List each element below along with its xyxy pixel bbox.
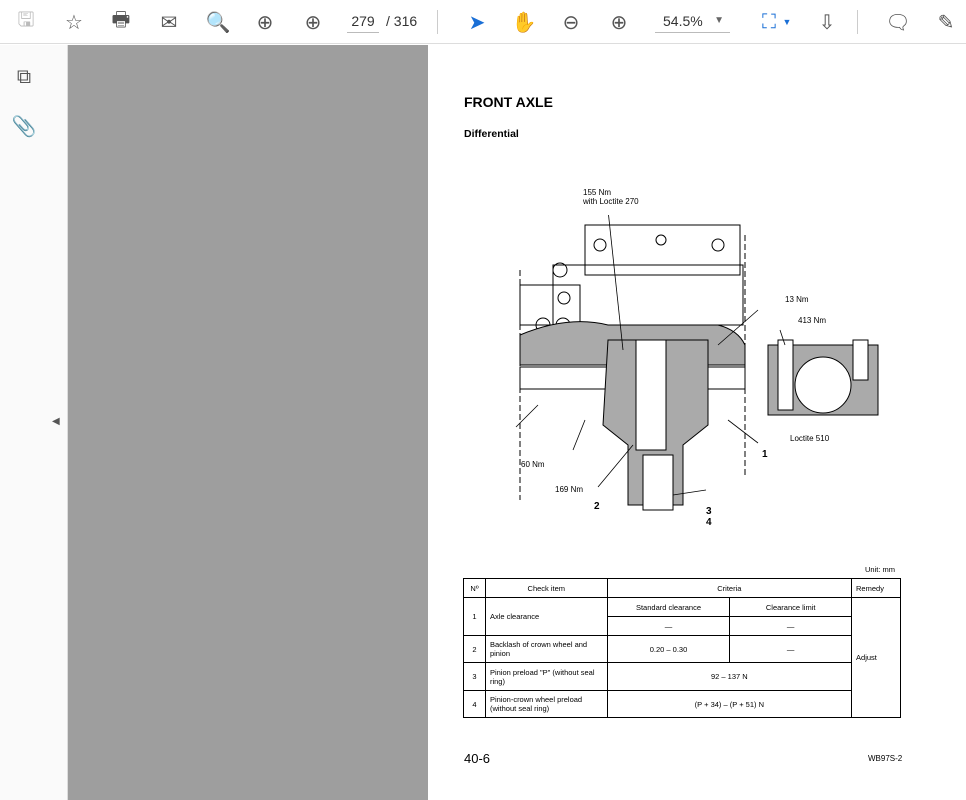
- header-standard-clearance: Standard clearance: [606, 597, 731, 617]
- cell-limit: —: [729, 616, 853, 636]
- chevron-down-icon: ▼: [714, 15, 724, 26]
- cell-item: Pinion preload "P" (without seal ring): [484, 662, 608, 691]
- divider: [437, 10, 438, 34]
- cell-no: 4: [463, 690, 486, 718]
- search-icon[interactable]: 🔍: [204, 8, 232, 36]
- loctite-label: with Loctite 270: [583, 197, 639, 206]
- highlight-icon[interactable]: ✎: [932, 8, 960, 36]
- cell-item: Pinion-crown wheel preload (without seal…: [484, 690, 608, 718]
- divider: [857, 10, 858, 34]
- model-code: WB97S-2: [868, 754, 903, 763]
- cell-remedy: Adjust: [851, 597, 901, 718]
- header-criteria: Criteria: [606, 578, 853, 598]
- page-total: / 316: [386, 13, 418, 29]
- scroll-mode-icon[interactable]: ⇩: [813, 8, 841, 36]
- print-icon[interactable]: 🖶: [107, 8, 135, 36]
- unit-label: Unit: mm: [865, 565, 895, 574]
- comment-icon[interactable]: 🗨: [884, 8, 912, 36]
- header-clearance-limit: Clearance limit: [729, 597, 853, 617]
- callout-number: 3: [706, 506, 712, 517]
- select-cursor-icon[interactable]: ➤: [463, 8, 491, 36]
- cell-limit: —: [729, 635, 853, 663]
- email-icon[interactable]: ✉: [155, 8, 183, 36]
- zoom-select[interactable]: 54.5% ▼: [655, 11, 730, 33]
- check-table: Nº Check item Criteria Remedy 1 Axle cle…: [463, 578, 901, 718]
- torque-label: 13 Nm: [785, 295, 809, 304]
- pages-icon[interactable]: ⧉: [10, 63, 38, 91]
- hand-icon[interactable]: ✋: [510, 8, 538, 36]
- header-remedy: Remedy: [851, 578, 901, 598]
- chevron-down-icon[interactable]: ▼: [782, 8, 792, 36]
- table-row: 4 Pinion-crown wheel preload (without se…: [463, 690, 901, 718]
- table-row: 1 Axle clearance Standard clearance Clea…: [463, 597, 901, 718]
- table-header-row: Nº Check item Criteria Remedy: [463, 578, 901, 598]
- page-up-icon[interactable]: ⊕: [251, 8, 279, 36]
- loctite-label: Loctite 510: [790, 434, 830, 443]
- document-background: [68, 45, 428, 800]
- attachment-icon[interactable]: 📎: [10, 112, 38, 140]
- table-row: 3 Pinion preload "P" (without seal ring)…: [463, 662, 901, 691]
- cell-std: —: [606, 616, 731, 636]
- zoom-value: 54.5%: [663, 13, 703, 29]
- section-subtitle: Differential: [464, 128, 519, 140]
- torque-label: 155 Nm: [583, 188, 612, 197]
- callout-number: 2: [594, 501, 600, 512]
- page-down-icon[interactable]: ⊕: [299, 8, 327, 36]
- fit-page-icon[interactable]: ⛶: [755, 8, 783, 36]
- zoom-out-icon[interactable]: ⊖: [557, 8, 585, 36]
- page-number-input[interactable]: 279: [347, 11, 379, 33]
- cell-std: 0.20 – 0.30: [606, 635, 731, 663]
- table-row: 2 Backlash of crown wheel and pinion 0.2…: [463, 635, 901, 663]
- cell-item: Backlash of crown wheel and pinion: [484, 635, 608, 663]
- cell-no: 3: [463, 662, 486, 691]
- torque-label: 60 Nm: [521, 460, 545, 469]
- header-check-item: Check item: [484, 578, 608, 598]
- page-title: FRONT AXLE: [464, 94, 553, 110]
- zoom-in-icon[interactable]: ⊕: [605, 8, 633, 36]
- callout-number: 4: [706, 517, 712, 528]
- cell-value: 92 – 137 N: [606, 662, 853, 691]
- pdf-page: FRONT AXLE Differential 155 Nm with Loct…: [428, 45, 966, 800]
- page-number: 40-6: [464, 751, 491, 766]
- torque-label: 413 Nm: [798, 316, 827, 325]
- header-no: Nº: [463, 578, 486, 598]
- toolbar: 🖫 ☆ 🖶 ✉ 🔍 ⊕ ⊕ 279 / 316 ➤ ✋ ⊖ ⊕ 54.5% ▼ ⛶…: [0, 0, 966, 44]
- collapse-panel-icon[interactable]: ◀: [52, 416, 64, 432]
- cell-no: 1: [463, 597, 486, 636]
- star-icon[interactable]: ☆: [60, 8, 88, 36]
- differential-diagram: [515, 215, 879, 511]
- cell-no: 2: [463, 635, 486, 663]
- callout-number: 1: [762, 449, 768, 460]
- cell-value: (P + 34) – (P + 51) N: [606, 690, 853, 718]
- torque-label: 169 Nm: [555, 485, 584, 494]
- save-icon[interactable]: 🖫: [12, 8, 40, 36]
- cell-item: Axle clearance: [484, 597, 608, 636]
